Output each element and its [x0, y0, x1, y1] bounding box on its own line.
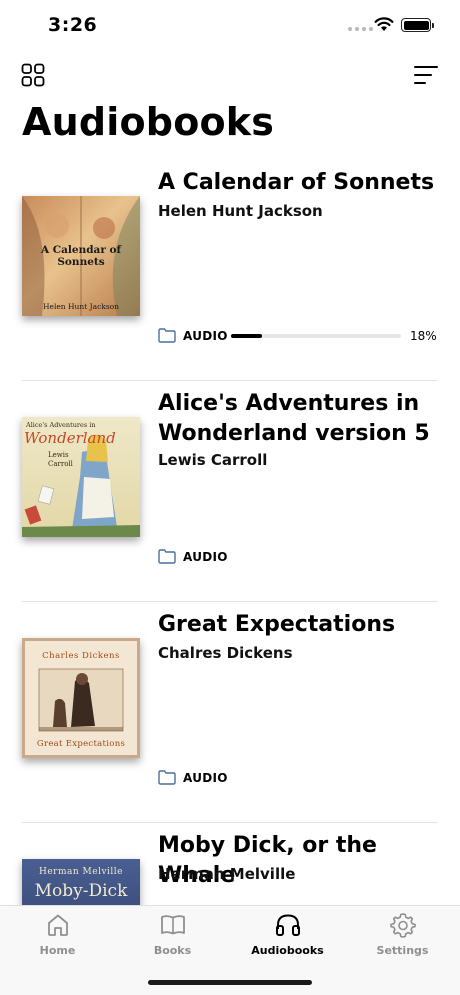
folder-icon: [158, 328, 176, 343]
sort-icon[interactable]: [414, 64, 438, 86]
book-author: Lewis Carroll: [158, 451, 268, 469]
book-title: A Calendar of Sonnets: [158, 170, 435, 195]
cover-title-big: Wonderland: [24, 429, 116, 447]
tab-label: Home: [39, 944, 76, 957]
progress-fill: [231, 334, 262, 338]
cover-title-text: Moby-Dick: [34, 881, 128, 901]
book-item[interactable]: Alice's Adventures in Wonderland Lewis C…: [0, 381, 460, 602]
tab-home[interactable]: Home: [0, 912, 115, 972]
format-label: AUDIO: [183, 550, 228, 564]
cover-title-text: Great Expectations: [36, 739, 126, 749]
book-icon: [160, 915, 185, 935]
status-bar: 3:26: [0, 0, 460, 50]
book-item[interactable]: Charles Dickens Great Expectations Great…: [0, 602, 460, 823]
cellular-signal-icon: [348, 27, 373, 31]
cover-author-text: Herman Melville: [39, 867, 123, 877]
format-label: AUDIO: [183, 771, 228, 785]
gear-icon: [389, 913, 416, 938]
battery-icon: [401, 18, 434, 32]
book-cover: Alice's Adventures in Wonderland Lewis C…: [22, 417, 140, 537]
home-icon: [47, 914, 68, 936]
folder-icon: [158, 549, 176, 564]
book-cover: Charles Dickens Great Expectations: [22, 638, 140, 758]
book-author: Herman Melville: [158, 865, 296, 883]
book-meta: AUDIO 18%: [158, 326, 438, 346]
status-time: 3:26: [48, 14, 98, 36]
tab-label: Settings: [376, 944, 429, 957]
cover-title-small: Alice's Adventures in: [26, 421, 96, 429]
progress-bar: [231, 334, 401, 338]
cover-author-text: Lewis Carroll: [48, 451, 73, 468]
book-title: Great Expectations: [158, 612, 396, 637]
tab-settings[interactable]: Settings: [345, 912, 460, 972]
grid-view-icon[interactable]: [21, 63, 45, 87]
folder-icon: [158, 770, 176, 785]
tab-label: Audiobooks: [251, 944, 324, 957]
book-cover: A Calendar of Sonnets Helen Hunt Jackson: [22, 196, 140, 316]
cover-author-text: Charles Dickens: [42, 651, 120, 661]
book-meta: AUDIO: [158, 547, 438, 567]
headphones-icon: [275, 914, 300, 936]
tab-audiobooks[interactable]: Audiobooks: [230, 912, 345, 972]
book-item[interactable]: A Calendar of Sonnets Helen Hunt Jackson…: [0, 160, 460, 381]
progress-percent: 18%: [410, 329, 437, 343]
home-indicator: [148, 980, 312, 985]
cover-author-text: Helen Hunt Jackson: [42, 302, 120, 311]
cover-title-text: A Calendar of Sonnets: [40, 244, 122, 268]
tab-books[interactable]: Books: [115, 912, 230, 972]
format-label: AUDIO: [183, 329, 228, 343]
book-author: Helen Hunt Jackson: [158, 202, 323, 220]
wifi-icon: [374, 17, 394, 31]
tab-label: Books: [153, 944, 192, 957]
book-author: Chalres Dickens: [158, 644, 293, 662]
book-meta: AUDIO: [158, 768, 438, 788]
book-title: Alice's Adventures in Wonderland version…: [158, 391, 430, 446]
page-title: Audiobooks: [22, 100, 275, 144]
